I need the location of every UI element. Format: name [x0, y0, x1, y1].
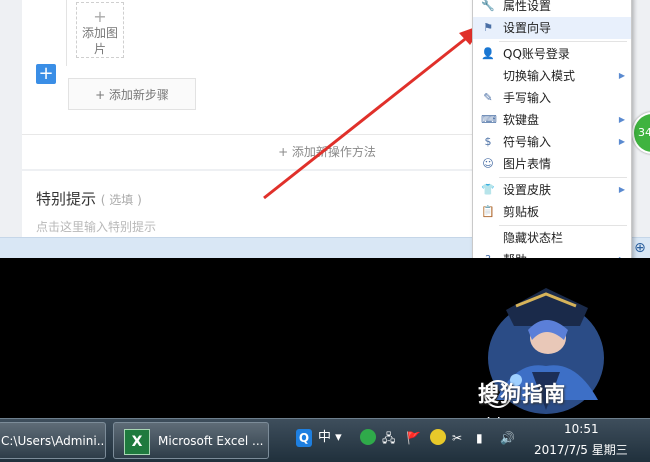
qq-pinyin-icon[interactable]: Q	[296, 429, 312, 447]
pen-icon: ✎	[483, 91, 493, 104]
submenu-arrow-icon: ▶	[618, 71, 625, 80]
volume-icon[interactable]: 🔊	[500, 429, 515, 447]
smiley-icon: ☺	[482, 157, 494, 170]
taskbar-cmd-window[interactable]: C:\Users\Admini...	[0, 422, 106, 459]
ime-mode-label: 中	[318, 430, 332, 445]
menu-item-label: QQ账号登录	[503, 47, 570, 61]
watermark-text: 搜狗指南	[478, 382, 566, 406]
menu-item-setup-wizard[interactable]: ⚑ 设置向导	[473, 17, 631, 39]
clock-date[interactable]: 2017/7/5 星期三	[534, 441, 628, 458]
menu-separator	[499, 41, 627, 42]
menu-item-label: 剪贴板	[503, 205, 540, 219]
menu-item-label: 设置向导	[503, 21, 552, 35]
submenu-arrow-icon: ▶	[618, 115, 625, 124]
menu-item-skin[interactable]: 👕 设置皮肤 ▶	[473, 179, 631, 201]
menu-item-label: 软键盘	[503, 113, 540, 127]
user-icon: 👤	[481, 47, 495, 60]
submenu-arrow-icon: ▶	[618, 185, 625, 194]
tray-app-icon[interactable]: 🚩	[406, 429, 421, 447]
menu-item-clipboard[interactable]: 📋 剪贴板	[473, 201, 631, 223]
menu-item-label: 符号输入	[503, 135, 552, 149]
menu-item-label: 属性设置	[503, 0, 552, 13]
clipboard-icon: 📋	[481, 205, 495, 218]
keyboard-icon: ⌨	[481, 113, 497, 126]
ime-context-menu: 🔧 属性设置 ⚑ 设置向导 👤 QQ账号登录 切换输入模式 ▶ ✎ 手写输入 ⌨…	[472, 0, 632, 276]
tray-network-status-icon[interactable]: ▮	[476, 429, 483, 447]
menu-separator	[499, 177, 627, 178]
wrench-icon: 🔧	[481, 0, 495, 12]
shirt-icon: 👕	[481, 183, 495, 196]
menu-item-symbols[interactable]: $ 符号输入 ▶	[473, 131, 631, 153]
menu-item-label: 图片表情	[503, 157, 552, 171]
network-icon[interactable]: 🖧	[382, 429, 395, 447]
tray-plus-icon[interactable]	[430, 429, 446, 445]
menu-item-label: 设置皮肤	[503, 183, 552, 197]
menu-item-hide-statusbar[interactable]: 隐藏状态栏	[473, 227, 631, 249]
menu-item-qq-login[interactable]: 👤 QQ账号登录	[473, 43, 631, 65]
ime-mode-indicator[interactable]: 中 ▾	[318, 429, 342, 447]
dollar-icon: $	[484, 135, 492, 148]
menu-item-label: 隐藏状态栏	[503, 231, 564, 245]
menu-item-properties[interactable]: 🔧 属性设置	[473, 0, 631, 17]
excel-icon: X	[124, 429, 150, 455]
clock-time[interactable]: 10:51	[564, 422, 599, 436]
menu-item-soft-keyboard[interactable]: ⌨ 软键盘 ▶	[473, 109, 631, 131]
menu-separator	[499, 225, 627, 226]
menu-item-label: 切换输入模式	[503, 69, 576, 83]
menu-item-handwriting[interactable]: ✎ 手写输入	[473, 87, 631, 109]
taskbar-excel-window[interactable]: X Microsoft Excel ...	[113, 422, 269, 459]
flag-icon: ⚑	[483, 21, 493, 34]
tray-speaker-cut-icon[interactable]: ✂	[452, 429, 462, 447]
submenu-arrow-icon: ▶	[618, 137, 625, 146]
menu-item-label: 手写输入	[503, 91, 552, 105]
tray-k-icon[interactable]	[360, 429, 376, 445]
taskbar-excel-label: Microsoft Excel ...	[158, 434, 264, 448]
menu-item-switch-mode[interactable]: 切换输入模式 ▶	[473, 65, 631, 87]
menu-item-emoji[interactable]: ☺ 图片表情	[473, 153, 631, 175]
arrow-shaft	[263, 30, 475, 200]
